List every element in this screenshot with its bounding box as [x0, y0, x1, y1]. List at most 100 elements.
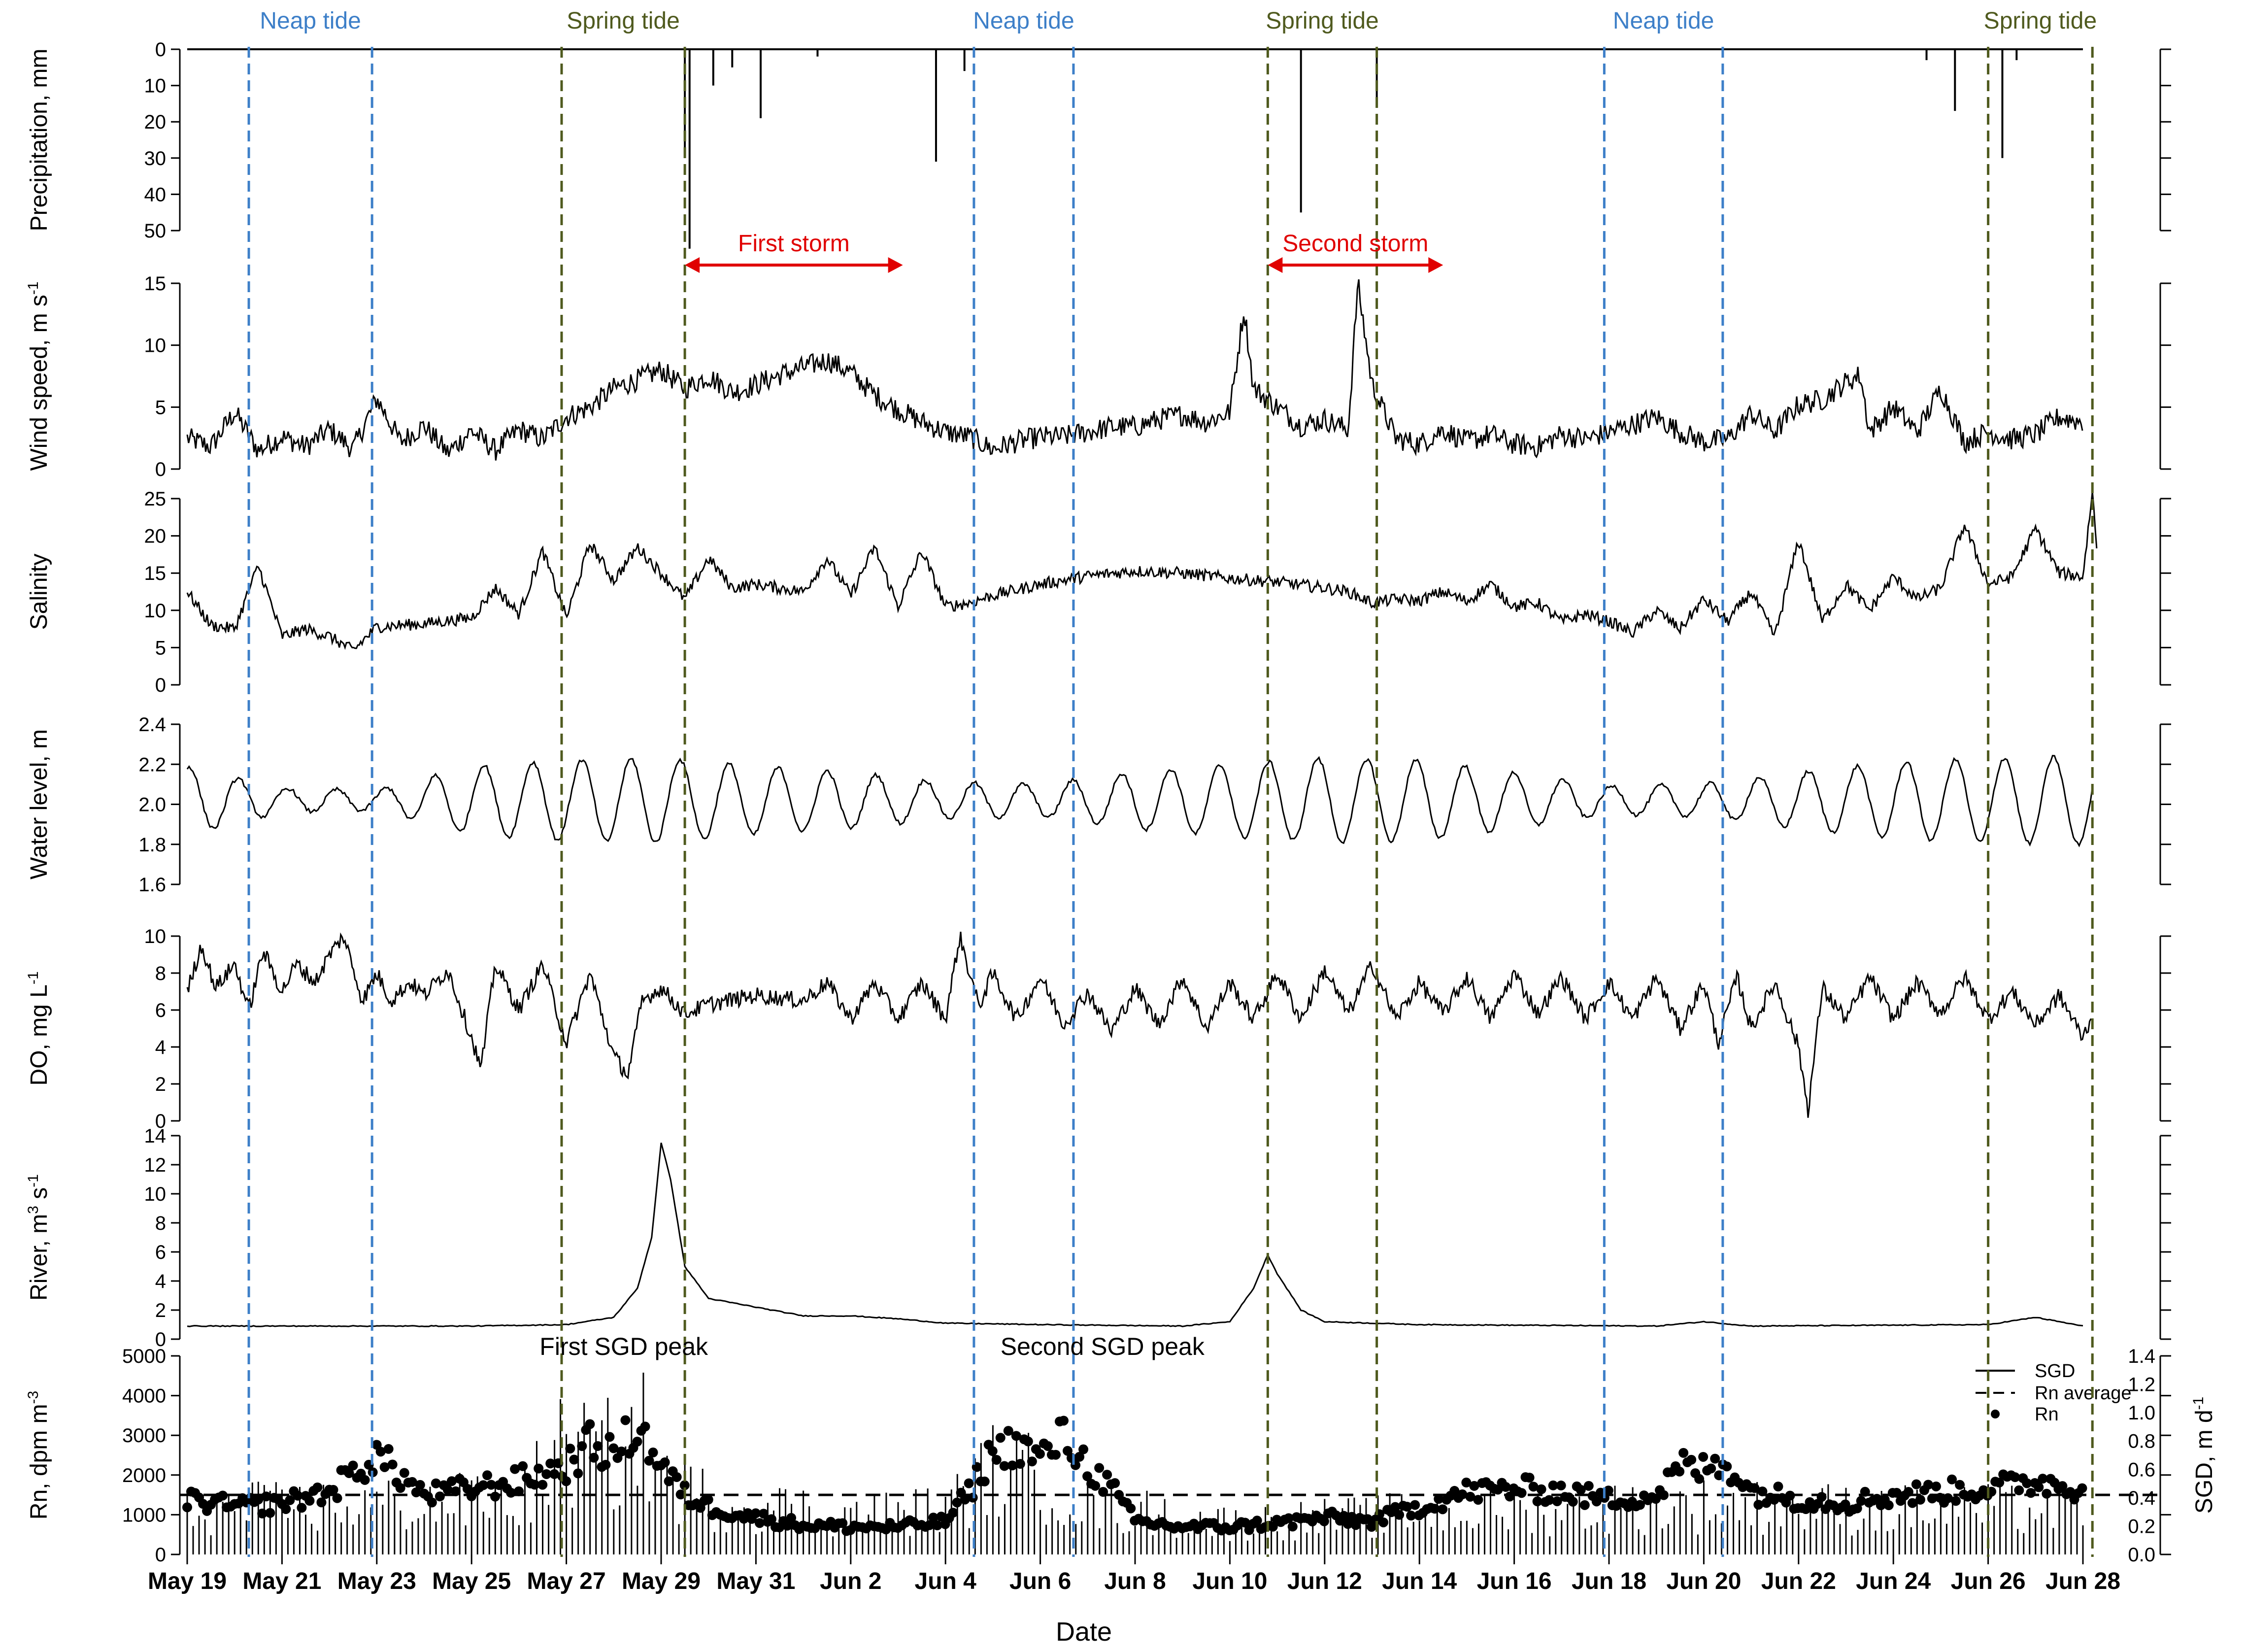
x-tick-label: May 19 [148, 1568, 227, 1594]
rn-point [948, 1508, 958, 1518]
x-tick-label: May 21 [242, 1568, 321, 1594]
y-tick-label-do: 4 [155, 1037, 166, 1058]
x-axis-title: Date [1056, 1617, 1112, 1647]
rn-point [640, 1421, 650, 1432]
y-axis-title-rn_sgd: Rn, dpm m-3 [25, 1391, 52, 1519]
y-axis-title-text: Water level, m [26, 729, 52, 879]
rn-point [660, 1457, 670, 1467]
x-tick-label: Jun 14 [1382, 1568, 1457, 1594]
rn-point [427, 1497, 437, 1508]
y2-tick-label: 1.4 [2128, 1346, 2155, 1367]
legend-rn-average-label: Rn average [2035, 1383, 2131, 1404]
rn-point [1955, 1480, 1965, 1490]
rn-point [1027, 1456, 1037, 1467]
rn-point [1473, 1495, 1483, 1505]
x-tick-label: May 25 [432, 1568, 511, 1594]
rn-point [648, 1448, 658, 1458]
x-tick-label: Jun 16 [1477, 1568, 1552, 1594]
y2-tick-label: 0.4 [2128, 1487, 2155, 1509]
rn-point [534, 1463, 544, 1474]
storm-label: Second storm [1282, 231, 1428, 257]
rn-point [565, 1444, 575, 1454]
series-layer [180, 48, 2160, 1554]
sgd-peak-label: Second SGD peak [1001, 1333, 1205, 1360]
y-tick-label-water_level: 2.0 [138, 794, 166, 816]
rn-point [1583, 1481, 1594, 1491]
rn-point [1287, 1521, 1298, 1532]
wind-series-line [186, 279, 2083, 461]
rn-point [1883, 1500, 1894, 1511]
neap-tide-label: Neap tide [260, 8, 361, 34]
rn-point [1090, 1481, 1101, 1491]
rn-point [995, 1433, 1006, 1443]
y-axis-title-text: River, m [26, 1214, 52, 1301]
y2-axis-title-superscript: -1 [2190, 1397, 2207, 1410]
storm-arrow-head-left [1268, 257, 1283, 273]
legend-sgd-label: SGD [2035, 1361, 2075, 1382]
y2-tick-label: 1.2 [2128, 1374, 2155, 1396]
y-tick-label-river: 6 [155, 1242, 166, 1263]
y-tick-label-do: 8 [155, 963, 166, 984]
rn-point [1516, 1488, 1527, 1498]
y-axis-title-wind: Wind speed, m s-1 [25, 281, 52, 471]
x-tick-label: Jun 24 [1856, 1568, 1931, 1594]
x-tick-label: Jun 8 [1104, 1568, 1166, 1594]
neap-tide-label: Neap tide [973, 8, 1074, 34]
y-tick-label-wind: 15 [144, 273, 167, 295]
rn-point [1394, 1510, 1405, 1520]
rn-point [2034, 1482, 2044, 1492]
y-axis-title-text: DO, mg L [26, 984, 52, 1085]
y-tick-label-water_level: 1.8 [138, 834, 166, 856]
rn-point [964, 1478, 974, 1488]
rn-point [979, 1476, 990, 1486]
y-tick-label-rn_sgd: 1000 [122, 1504, 166, 1526]
rn-point [1686, 1454, 1697, 1465]
y-tick-label-river: 10 [144, 1183, 167, 1205]
y-tick-label-salinity: 5 [155, 637, 166, 659]
rn-point [1015, 1459, 1025, 1469]
y-tick-label-water_level: 2.4 [138, 714, 166, 736]
rn-point [1023, 1436, 1033, 1447]
do-series-line [186, 931, 2092, 1118]
y-tick-label-water_level: 2.2 [138, 754, 166, 775]
y-tick-label-rn_sgd: 3000 [122, 1425, 166, 1447]
y2-axis-title: SGD, m d-1 [2190, 1397, 2217, 1514]
y-tick-label-river: 14 [144, 1125, 167, 1147]
rn-point [1102, 1470, 1112, 1480]
y-axis-title-text: Precipitation, mm [26, 49, 52, 232]
rn-point [1915, 1494, 1925, 1505]
rn-point [1816, 1492, 1827, 1502]
rn-point [991, 1454, 1002, 1465]
storm-label: First storm [738, 231, 850, 257]
axes-layer: 01020304050Precipitation, mm051015Wind s… [25, 39, 2217, 1594]
salinity-series-line [186, 491, 2098, 650]
water-level-line [186, 755, 2093, 847]
y-tick-label-salinity: 25 [144, 488, 167, 510]
y-axis-title-river: River, m3 s-1 [25, 1174, 52, 1301]
rn-point [604, 1432, 615, 1442]
legend-rn-label: Rn [2035, 1404, 2059, 1425]
rn-point [1951, 1496, 1961, 1506]
y-tick-label-wind: 0 [155, 459, 166, 480]
y-axis-title-superscript: -3 [25, 1391, 41, 1404]
rn-point [1678, 1448, 1689, 1458]
y-tick-label-precipitation: 20 [144, 111, 167, 133]
rn-point [1126, 1503, 1136, 1514]
rn-point [577, 1441, 587, 1451]
rn-point [182, 1502, 192, 1513]
river-series-line [187, 1143, 2083, 1327]
rn-point [593, 1441, 603, 1451]
y-tick-label-river: 4 [155, 1271, 166, 1292]
rn-point [1438, 1504, 1448, 1515]
y-axis-title-text: Salinity [26, 554, 52, 630]
rn-point [1706, 1463, 1716, 1474]
y-axis-title-do: DO, mg L-1 [25, 971, 52, 1085]
y-axis-title-salinity: Salinity [26, 554, 52, 630]
y-tick-label-water_level: 1.6 [138, 874, 166, 896]
rn-point [1050, 1450, 1061, 1460]
y-tick-label-rn_sgd: 2000 [122, 1465, 166, 1486]
y-tick-label-do: 2 [155, 1074, 166, 1095]
y-tick-label-precipitation: 0 [155, 39, 166, 61]
x-tick-label: Jun 18 [1572, 1568, 1646, 1594]
legend-rn-swatch [1991, 1410, 2000, 1418]
